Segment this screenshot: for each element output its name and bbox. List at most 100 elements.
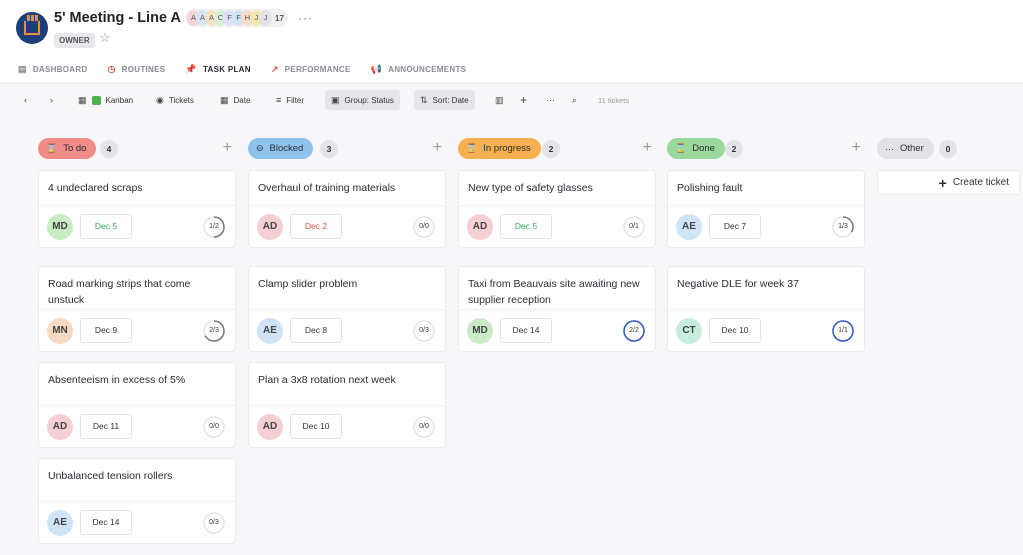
filter-icon: ≡ [276, 95, 282, 105]
view-kanban-button[interactable]: ▦ Kanban [72, 90, 139, 110]
due-date[interactable]: Dec 2 [290, 214, 342, 239]
tab-label: ROUTINES [121, 64, 166, 74]
assignee-avatar[interactable]: AD [467, 214, 493, 240]
status-label: Done [692, 143, 715, 154]
due-date[interactable]: Dec 5 [80, 214, 132, 239]
column-done: ⌛ Done 2 + Polishing fault AE Dec 7 1/3 Negative… [667, 138, 865, 352]
member-avatars[interactable]: A A A C F F H J J 17 [185, 9, 288, 27]
workspace-logo[interactable] [16, 12, 48, 44]
group-by-button[interactable]: ▣ Group: Status [325, 90, 400, 110]
column-header: ⌛ In progress 2 + [458, 138, 656, 160]
assignee-avatar[interactable]: MD [467, 318, 493, 344]
column-count-badge: 2 [725, 140, 743, 158]
assignee-avatar[interactable]: MN [47, 318, 73, 344]
checklist-progress: 0/3 [202, 511, 226, 535]
more-icon[interactable]: ··· [540, 90, 561, 110]
hourglass-icon: ⌛ [675, 143, 687, 153]
filter-button[interactable]: ≡ Filter [270, 90, 310, 110]
column-blocked: ⊝ Blocked 3 + Overhaul of training materials… [248, 138, 446, 448]
status-pill[interactable]: ⌛ To do [38, 138, 97, 159]
due-date[interactable]: Dec 5 [500, 214, 552, 239]
tab-routines[interactable]: ◷ ROUTINES [108, 62, 166, 76]
ticket-card[interactable]: 4 undeclared scraps MD Dec 5 1/2 [38, 170, 236, 248]
progress-label: 0/3 [209, 519, 219, 526]
status-label: To do [63, 143, 87, 154]
due-date[interactable]: Dec 11 [80, 414, 132, 439]
due-date[interactable]: Dec 7 [709, 214, 761, 239]
assignee-avatar[interactable]: AD [257, 414, 283, 440]
assignee-avatar[interactable]: AE [676, 214, 702, 240]
ticket-count: 11 tickets [592, 90, 635, 110]
ticket-footer: AD Dec 10 0/0 [249, 405, 445, 447]
forward-arrow-icon[interactable]: › [44, 90, 59, 110]
due-date[interactable]: Dec 10 [709, 318, 761, 343]
add-ticket-icon[interactable]: + [433, 139, 442, 157]
ticket-footer: MD Dec 14 2/2 [459, 309, 655, 351]
due-date[interactable]: Dec 8 [290, 318, 342, 343]
assignee-avatar[interactable]: AE [47, 510, 73, 536]
tab-performance[interactable]: ↗ PERFORMANCE [271, 62, 351, 76]
sort-button[interactable]: ⇅ Sort: Date [414, 90, 475, 110]
progress-label: 0/0 [419, 423, 429, 430]
more-options-icon[interactable]: ··· [298, 11, 313, 25]
ticket-card[interactable]: Plan a 3x8 rotation next week AD Dec 10 0/0 [248, 362, 446, 448]
status-pill[interactable]: ⊝ Blocked [248, 138, 314, 159]
add-ticket-icon[interactable]: + [643, 139, 652, 157]
board-toolbar: ‹ › ▦ Kanban ◉ Tickets ▦ Date ≡ Filter ▣… [0, 88, 1023, 112]
ticket-footer: AE Dec 8 0/3 [249, 309, 445, 351]
due-date[interactable]: Dec 14 [80, 510, 132, 535]
add-ticket-icon[interactable]: + [852, 139, 861, 157]
ticket-footer: AD Dec 2 0/0 [249, 205, 445, 247]
column-count-badge: 2 [542, 140, 560, 158]
tab-dashboard[interactable]: ▤ DASHBOARD [18, 62, 88, 76]
ticket-card[interactable]: Polishing fault AE Dec 7 1/3 [667, 170, 865, 248]
create-ticket-button[interactable]: + Create ticket [877, 170, 1020, 195]
ticket-card[interactable]: Overhaul of training materials AD Dec 2 0/0 [248, 170, 446, 248]
ticket-card[interactable]: Road marking strips that come unstuck MN D… [38, 266, 236, 352]
assignee-avatar[interactable]: MD [47, 214, 73, 240]
eye-icon: ◉ [156, 94, 164, 105]
due-date[interactable]: Dec 10 [290, 414, 342, 439]
checklist-progress: 0/0 [412, 215, 436, 239]
tickets-button[interactable]: ◉ Tickets [150, 90, 200, 110]
assignee-avatar[interactable]: AD [257, 214, 283, 240]
pin-icon: 📌 [185, 63, 197, 74]
status-pill[interactable]: ⌛ In progress [458, 138, 541, 159]
checklist-progress: 0/0 [412, 415, 436, 439]
sort-label: Sort: Date [432, 95, 469, 105]
tab-announcements[interactable]: 📢 ANNOUNCEMENTS [371, 62, 467, 76]
column-in-progress: ⌛ In progress 2 + New type of safety glasses… [458, 138, 656, 352]
back-arrow-icon[interactable]: ‹ [18, 90, 33, 110]
ticket-title: Clamp slider problem [258, 278, 358, 290]
assignee-avatar[interactable]: AD [47, 414, 73, 440]
member-avatar: J [259, 10, 272, 26]
ticket-card[interactable]: New type of safety glasses AD Dec 5 0/1 [458, 170, 656, 248]
columns-icon[interactable]: ▥ [489, 90, 510, 110]
ticket-card[interactable]: Clamp slider problem AE Dec 8 0/3 [248, 266, 446, 352]
checklist-progress: 0/3 [412, 319, 436, 343]
ticket-card[interactable]: Negative DLE for week 37 CT Dec 10 1/1 [667, 266, 865, 352]
ticket-card[interactable]: Taxi from Beauvais site awaiting new sup… [458, 266, 656, 352]
members-count: 17 [275, 13, 284, 23]
ticket-card[interactable]: Absenteeism in excess of 5% AD Dec 11 0/0 [38, 362, 236, 448]
status-pill[interactable]: ⌛ Done [667, 138, 725, 159]
assignee-avatar[interactable]: CT [676, 318, 702, 344]
page-title: 5' Meeting - Line A [54, 10, 181, 26]
search-icon[interactable]: ⌕ [566, 90, 583, 110]
progress-label: 2/3 [209, 327, 219, 334]
star-icon[interactable]: ☆ [99, 30, 111, 46]
status-pill[interactable]: ··· Other [877, 138, 934, 159]
tickets-label: Tickets [168, 95, 194, 105]
ticket-card[interactable]: Unbalanced tension rollers AE Dec 14 0/3 [38, 458, 236, 544]
due-date[interactable]: Dec 9 [80, 318, 132, 343]
filter-label: Filter [286, 95, 305, 105]
progress-label: 1/1 [838, 327, 848, 334]
add-ticket-icon[interactable]: + [223, 139, 232, 157]
column-other: ··· Other 0 [877, 138, 1023, 160]
due-date[interactable]: Dec 14 [500, 318, 552, 343]
add-icon[interactable]: + [514, 90, 533, 110]
date-button[interactable]: ▦ Date [214, 90, 256, 110]
progress-label: 1/3 [838, 223, 848, 230]
assignee-avatar[interactable]: AE [257, 318, 283, 344]
tab-task-plan[interactable]: 📌 TASK PLAN [185, 62, 250, 76]
